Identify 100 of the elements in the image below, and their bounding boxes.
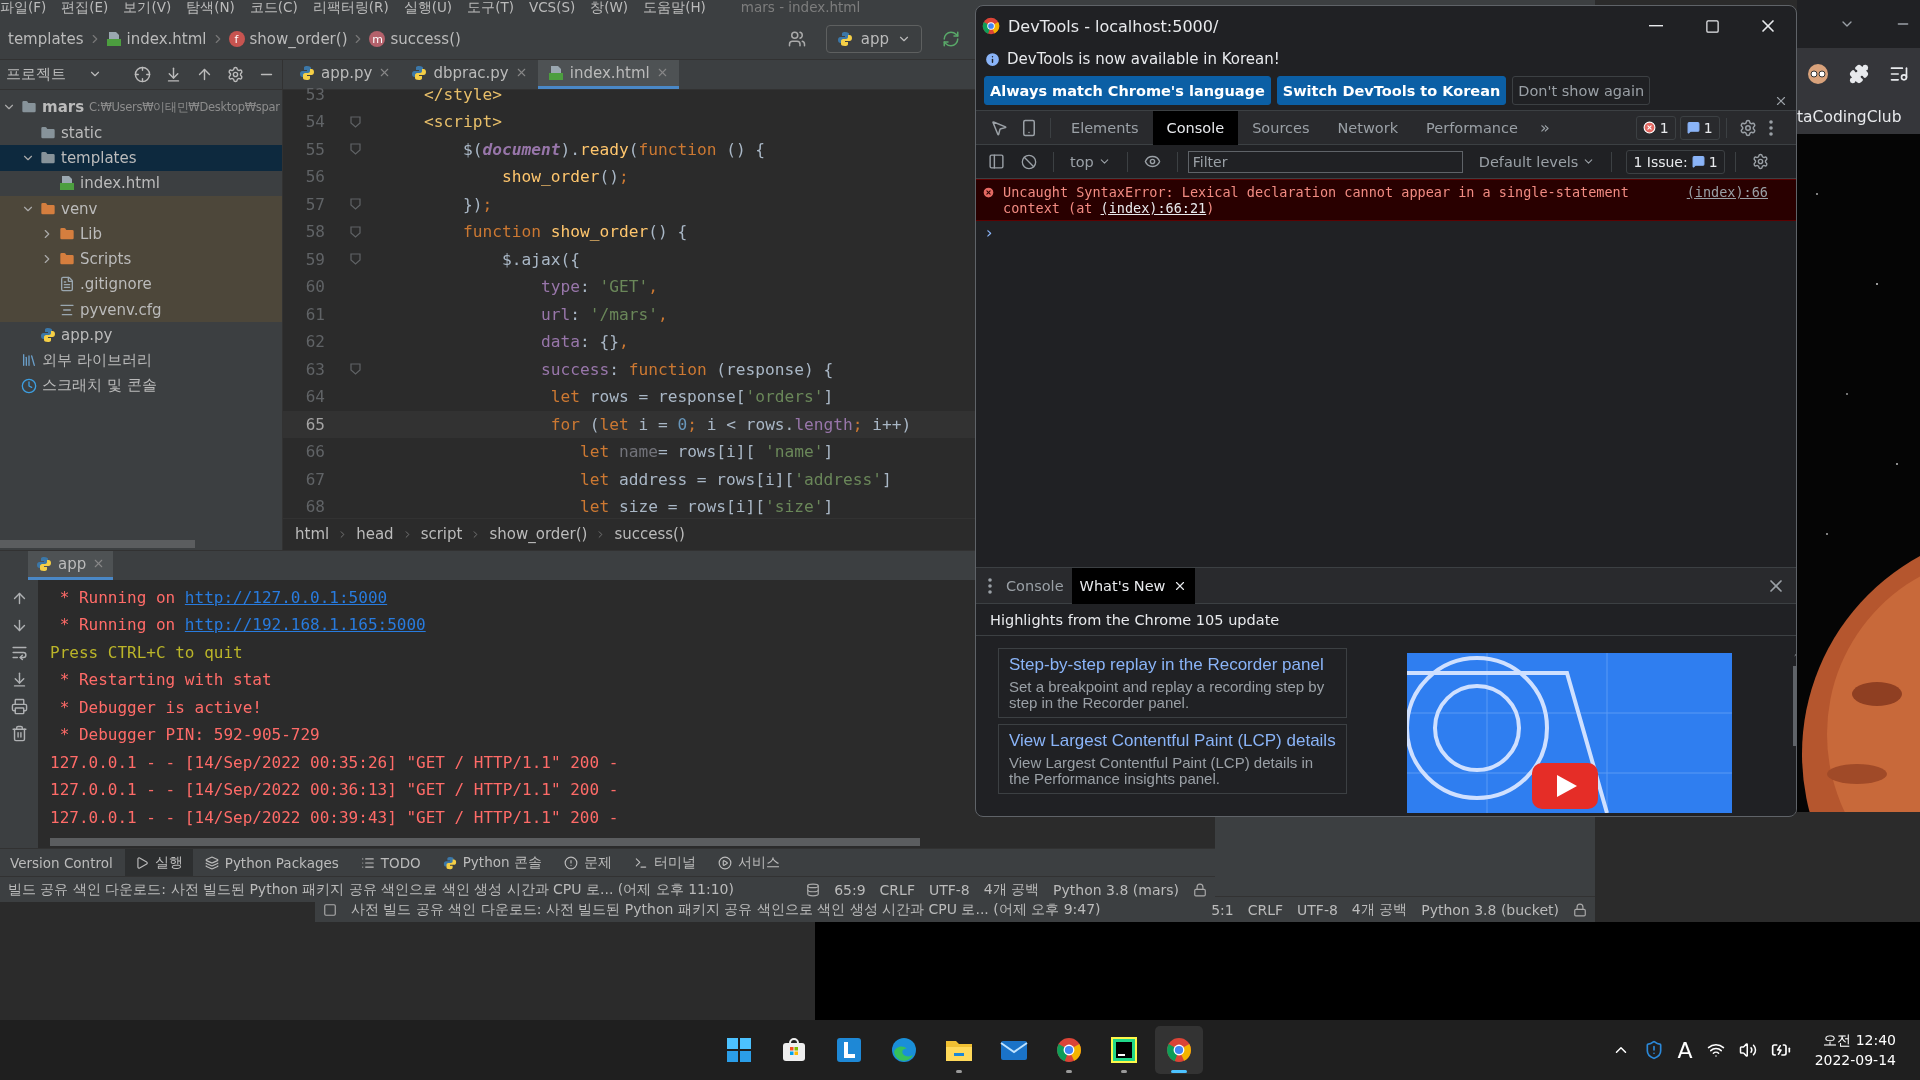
close-icon[interactable] [1774, 94, 1788, 108]
settings-icon[interactable] [227, 65, 244, 83]
tree-item[interactable]: templates [0, 145, 282, 171]
status-item[interactable]: 5:1 [1211, 901, 1234, 918]
breadcrumb-item[interactable]: html [295, 525, 330, 544]
issues-button[interactable]: 1 Issue: 1 [1626, 149, 1725, 174]
menu-item[interactable]: 보기(V) [123, 0, 172, 14]
tool-window-tab[interactable]: 문제 [553, 848, 622, 877]
menu-item[interactable]: 코드(C) [249, 0, 298, 14]
more-tabs-button[interactable]: » [1531, 118, 1558, 137]
source-link[interactable]: (index):66:21 [1100, 200, 1207, 216]
log-levels-dropdown[interactable]: Default levels [1472, 153, 1602, 170]
tool-window-tab[interactable]: 터미널 [623, 848, 706, 877]
source-link[interactable]: (index):66 [1686, 184, 1768, 216]
tree-item[interactable]: index.html [0, 170, 282, 196]
devtools-tab[interactable]: Elements [1057, 110, 1153, 145]
tool-window-tab[interactable]: 실행 [124, 848, 193, 877]
breadcrumb-item[interactable]: m success() [369, 30, 461, 49]
menu-item[interactable]: 리팩터링(R) [312, 0, 389, 14]
taskbar-app[interactable] [1155, 1026, 1203, 1074]
devtools-tab[interactable]: Sources [1238, 110, 1324, 145]
menu-item[interactable]: 편집(E) [61, 0, 109, 14]
drawer-tab[interactable]: Console [998, 567, 1072, 604]
card-title-link[interactable]: View Largest Contentful Paint (LCP) details [1009, 731, 1336, 751]
status-item[interactable]: UTF-8 [1297, 901, 1338, 918]
breadcrumb-item[interactable]: script [420, 525, 463, 544]
card-title-link[interactable]: Step-by-step replay in the Recorder panel [1009, 655, 1336, 675]
editor-tab[interactable]: index.html [537, 59, 679, 89]
breadcrumb-item[interactable]: success() [614, 525, 685, 544]
notice-button[interactable]: Don't show again [1512, 76, 1651, 105]
menu-item[interactable]: 도구(T) [467, 0, 514, 14]
tree-item[interactable]: .gitignore [0, 271, 282, 298]
status-item[interactable]: Python 3.8 (mars) [1053, 881, 1179, 898]
tab-icon [563, 855, 578, 870]
user-icon[interactable] [787, 30, 806, 49]
status-item[interactable]: 4개 공백 [1351, 900, 1408, 919]
menu-item[interactable]: 탐색(N) [186, 0, 235, 14]
breadcrumb-item[interactable]: index.html [105, 30, 207, 49]
avatar-icon[interactable] [1807, 63, 1829, 85]
status-item[interactable]: UTF-8 [928, 881, 970, 898]
wifi-icon[interactable] [1706, 1041, 1725, 1059]
breadcrumb-item[interactable]: templates [8, 30, 84, 49]
status-item[interactable]: 65:9 [834, 881, 866, 898]
locate-icon[interactable] [134, 65, 151, 83]
tree-item[interactable]: pyvenv.cfg [0, 297, 282, 323]
error-count-button[interactable]: 1 [1635, 115, 1676, 140]
tool-window-tab[interactable]: 서비스 [707, 848, 790, 877]
volume-icon[interactable] [1738, 1041, 1757, 1059]
tree-item[interactable]: venv [0, 195, 282, 222]
devtools-tab[interactable]: Performance [1412, 110, 1532, 145]
notice-button[interactable]: Switch DevTools to Korean [1276, 76, 1507, 105]
tree-item[interactable]: Lib [0, 221, 282, 247]
print-icon[interactable] [10, 697, 28, 715]
status-item[interactable]: 4개 공백 [983, 880, 1040, 899]
menu-item[interactable]: 실행(U) [403, 0, 453, 14]
rerun-icon[interactable] [942, 30, 960, 49]
devtools-tab[interactable]: Console [1152, 110, 1239, 145]
tool-window-tab[interactable]: Version Control [0, 848, 123, 877]
media-icon[interactable] [1889, 64, 1909, 84]
extensions-icon[interactable] [1849, 64, 1869, 84]
run-config-dropdown[interactable]: app [825, 25, 922, 54]
status-item[interactable]: CRLF [1247, 901, 1284, 918]
menu-item[interactable]: VCS(S) [528, 0, 576, 14]
input-mode-indicator[interactable]: A [1677, 1037, 1693, 1063]
filter-input[interactable]: Filter [1187, 150, 1463, 173]
menu-item[interactable]: 도움말(H) [643, 0, 706, 14]
scrollbar-thumb[interactable] [50, 838, 920, 847]
breadcrumb-item[interactable]: head [356, 525, 394, 544]
fold-marker-icon [349, 253, 361, 266]
project-view-dropdown[interactable]: 프로젝트 [6, 64, 102, 84]
message-count-button[interactable]: 1 [1679, 115, 1720, 140]
console-prompt[interactable]: › [976, 221, 1003, 244]
breadcrumb-item[interactable]: f show_order() [228, 30, 348, 49]
drawer-tab[interactable]: What's New [1071, 567, 1196, 604]
tree-item[interactable]: 외부 라이브러리 [0, 347, 282, 373]
devtools-tab[interactable]: Network [1323, 110, 1413, 145]
menu-item[interactable]: 파일(F) [0, 0, 47, 14]
tree-item[interactable]: Scripts [0, 246, 282, 272]
notice-button[interactable]: Always match Chrome's language [984, 76, 1271, 105]
menu-item[interactable]: 창(W) [590, 0, 629, 14]
status-item[interactable]: CRLF [879, 881, 915, 898]
tool-window-tab[interactable]: Python 콘솔 [432, 848, 552, 877]
tree-item[interactable]: mars C:₩Users₩이태민₩Desktop₩spar [0, 94, 282, 120]
tree-item[interactable]: 스크래치 및 콘솔 [0, 372, 282, 399]
link[interactable]: http://192.168.1.165:5000 [184, 615, 426, 635]
tree-item[interactable]: static [0, 120, 282, 146]
feature-card[interactable]: View Largest Contentful Paint (LCP) details View Largest Contentful Paint (LCP) details in the Performance insights panel. [998, 724, 1347, 794]
feature-card[interactable]: Step-by-step replay in the Recorder panel Set a breakpoint and replay a recording step by step in the Recorder panel. [998, 648, 1347, 718]
breadcrumb-item[interactable]: show_order() [489, 525, 588, 544]
tool-window-tab[interactable]: TODO [350, 848, 431, 877]
context-dropdown[interactable]: top [1064, 153, 1117, 170]
tree-item[interactable]: app.py [0, 322, 282, 348]
run-tab[interactable]: app [28, 550, 114, 580]
status-item[interactable]: Python 3.8 (bucket) [1421, 901, 1559, 918]
trash-icon[interactable] [10, 724, 28, 742]
link[interactable]: http://127.0.0.1:5000 [184, 587, 388, 607]
clock[interactable]: 오전 12:40 2022-09-14 [1814, 1032, 1896, 1068]
scrollbar-thumb[interactable] [0, 539, 195, 548]
tool-window-tab[interactable]: Python Packages [194, 848, 349, 877]
card-description: View Largest Contentful Paint (LCP) details in the Performance insights panel. [1009, 755, 1315, 787]
